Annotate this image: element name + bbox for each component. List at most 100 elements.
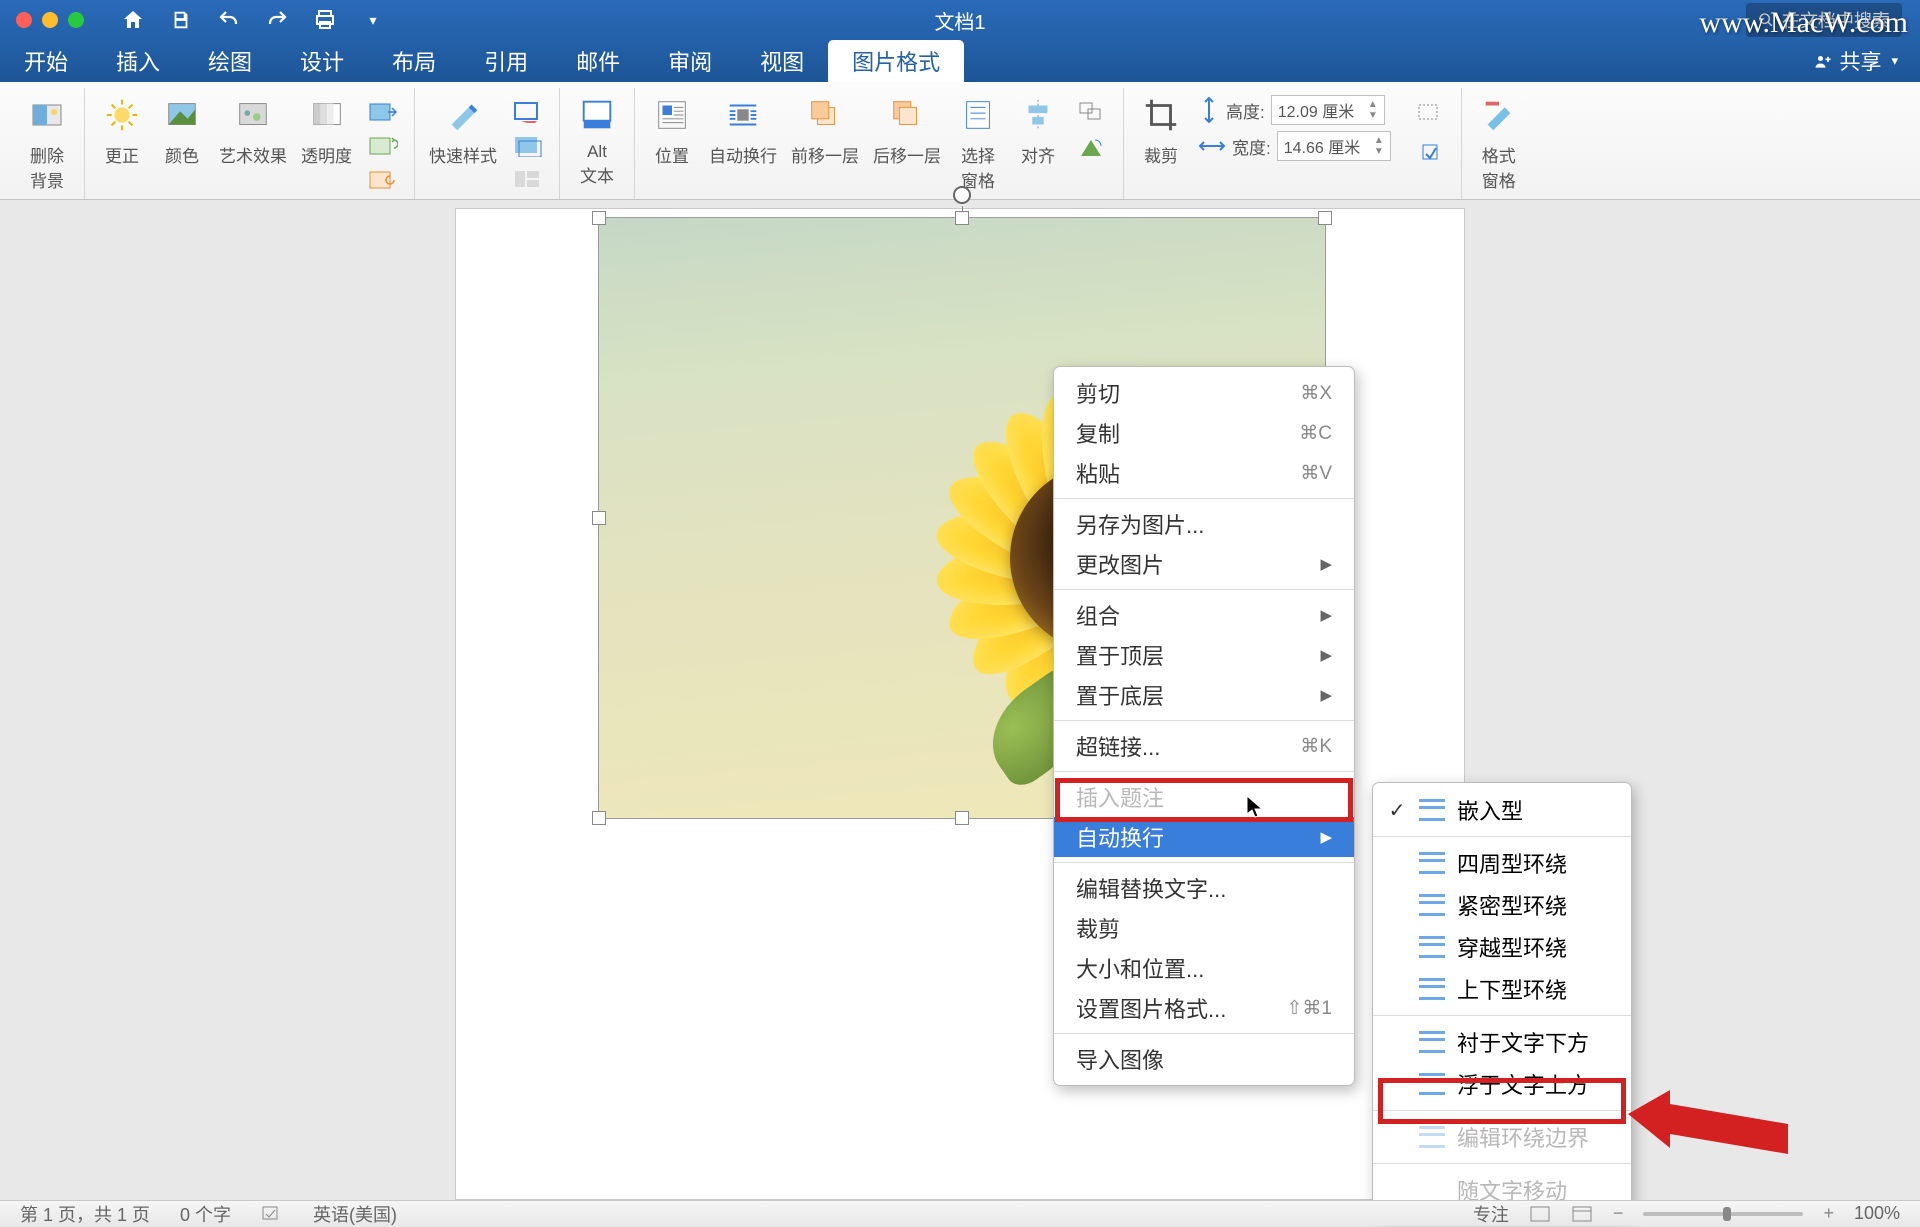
- brightness-icon: [99, 92, 145, 138]
- sub-behind-text[interactable]: 衬于文字下方: [1373, 1021, 1631, 1063]
- print-icon[interactable]: [312, 7, 338, 33]
- tab-references[interactable]: 引用: [460, 40, 552, 82]
- status-spellcheck-icon[interactable]: [261, 1205, 283, 1223]
- ctx-paste[interactable]: 粘贴⌘V: [1054, 453, 1354, 493]
- chevron-right-icon: ▶: [1320, 555, 1332, 573]
- status-language[interactable]: 英语(美国): [313, 1201, 397, 1227]
- search-input[interactable]: 在文档中搜索: [1746, 3, 1902, 37]
- color-icon: [159, 92, 205, 138]
- selection-pane-button[interactable]: 选择 窗格: [955, 92, 1001, 192]
- crop-icon: [1138, 92, 1184, 138]
- sub-inline[interactable]: ✓嵌入型: [1373, 789, 1631, 831]
- minimize-window-button[interactable]: [42, 12, 58, 28]
- window-controls: [0, 12, 84, 28]
- tab-insert[interactable]: 插入: [92, 40, 184, 82]
- ctx-auto-wrap[interactable]: 自动换行▶: [1054, 817, 1354, 857]
- alt-text-button[interactable]: Alt 文本: [574, 92, 620, 187]
- home-icon[interactable]: [120, 7, 146, 33]
- rotate-button[interactable]: [1075, 134, 1109, 162]
- save-icon[interactable]: [168, 7, 194, 33]
- align-button[interactable]: 对齐: [1015, 92, 1061, 167]
- wrap-square-icon: [1419, 852, 1445, 874]
- tab-mail[interactable]: 邮件: [552, 40, 644, 82]
- remove-background-button[interactable]: 删除 背景: [24, 92, 70, 192]
- zoom-percentage[interactable]: 100%: [1854, 1203, 1900, 1224]
- picture-border-button[interactable]: [511, 98, 545, 126]
- height-input[interactable]: 12.09 厘米▲▼: [1271, 95, 1385, 125]
- remove-bg-icon: [24, 92, 70, 138]
- position-button[interactable]: 位置: [649, 92, 695, 167]
- status-page[interactable]: 第 1 页，共 1 页: [20, 1201, 150, 1227]
- compress-pictures-button[interactable]: [366, 98, 400, 126]
- ctx-cut[interactable]: 剪切⌘X: [1054, 373, 1354, 413]
- undo-icon[interactable]: [216, 7, 242, 33]
- tab-draw[interactable]: 绘图: [184, 40, 276, 82]
- lock-aspect-button[interactable]: [1413, 138, 1447, 166]
- picture-layout-button[interactable]: [511, 166, 545, 194]
- tab-layout[interactable]: 布局: [368, 40, 460, 82]
- zoom-slider[interactable]: [1643, 1212, 1803, 1216]
- height-icon: [1198, 96, 1220, 124]
- ctx-save-as-picture[interactable]: 另存为图片...: [1054, 504, 1354, 544]
- ctx-edit-alt-text[interactable]: 编辑替换文字...: [1054, 868, 1354, 908]
- resize-handle-n[interactable]: [955, 211, 969, 225]
- ctx-copy[interactable]: 复制⌘C: [1054, 413, 1354, 453]
- ctx-change-picture[interactable]: 更改图片▶: [1054, 544, 1354, 584]
- customize-qat-icon[interactable]: ▾: [360, 7, 386, 33]
- view-print-layout-icon[interactable]: [1529, 1205, 1551, 1223]
- wrap-submenu: ✓嵌入型 四周型环绕 紧密型环绕 穿越型环绕 上下型环绕 衬于文字下方 浮于文字…: [1372, 782, 1632, 1218]
- send-backward-button[interactable]: 后移一层: [873, 92, 941, 167]
- resize-handle-sw[interactable]: [592, 811, 606, 825]
- tab-home[interactable]: 开始: [0, 40, 92, 82]
- close-window-button[interactable]: [16, 12, 32, 28]
- sub-through[interactable]: 穿越型环绕: [1373, 926, 1631, 968]
- status-focus[interactable]: 专注: [1473, 1201, 1509, 1227]
- fullscreen-window-button[interactable]: [68, 12, 84, 28]
- chevron-right-icon: ▶: [1320, 646, 1332, 664]
- tab-view[interactable]: 视图: [736, 40, 828, 82]
- redo-icon[interactable]: [264, 7, 290, 33]
- bring-forward-button[interactable]: 前移一层: [791, 92, 859, 167]
- transparency-button[interactable]: 透明度: [301, 92, 352, 167]
- share-button[interactable]: 共享▾: [1813, 46, 1898, 76]
- resize-handle-nw[interactable]: [592, 211, 606, 225]
- view-web-layout-icon[interactable]: [1571, 1205, 1593, 1223]
- tab-review[interactable]: 审阅: [644, 40, 736, 82]
- resize-handle-w[interactable]: [592, 511, 606, 525]
- ctx-import-image[interactable]: 导入图像: [1054, 1039, 1354, 1079]
- reset-picture-button[interactable]: [366, 166, 400, 194]
- quick-styles-button[interactable]: 快速样式: [429, 92, 497, 167]
- ctx-send-to-back[interactable]: 置于底层▶: [1054, 675, 1354, 715]
- crop-button[interactable]: 裁剪: [1138, 92, 1184, 167]
- format-pane-button[interactable]: 格式 窗格: [1476, 92, 1522, 192]
- picture-effects-button[interactable]: [511, 132, 545, 160]
- change-picture-button[interactable]: [366, 132, 400, 160]
- ctx-format-picture[interactable]: 设置图片格式...⇧⌘1: [1054, 988, 1354, 1028]
- ctx-crop[interactable]: 裁剪: [1054, 908, 1354, 948]
- artistic-icon: [230, 92, 276, 138]
- wrap-text-button[interactable]: 自动换行: [709, 92, 777, 167]
- crop-dialog-button[interactable]: [1413, 100, 1447, 128]
- corrections-button[interactable]: 更正: [99, 92, 145, 167]
- tab-picture-format[interactable]: 图片格式: [828, 40, 964, 82]
- resize-handle-ne[interactable]: [1318, 211, 1332, 225]
- ctx-hyperlink[interactable]: 超链接...⌘K: [1054, 726, 1354, 766]
- sub-square[interactable]: 四周型环绕: [1373, 842, 1631, 884]
- tab-design[interactable]: 设计: [276, 40, 368, 82]
- align-icon: [1015, 92, 1061, 138]
- width-input[interactable]: 14.66 厘米▲▼: [1277, 131, 1391, 161]
- sub-tight[interactable]: 紧密型环绕: [1373, 884, 1631, 926]
- height-row: 高度: 12.09 厘米▲▼: [1198, 95, 1391, 125]
- resize-handle-s[interactable]: [955, 811, 969, 825]
- ctx-group[interactable]: 组合▶: [1054, 595, 1354, 635]
- sub-top-bottom[interactable]: 上下型环绕: [1373, 968, 1631, 1010]
- sub-in-front-of-text[interactable]: 浮于文字上方: [1373, 1063, 1631, 1105]
- group-button[interactable]: [1075, 98, 1109, 126]
- artistic-effects-button[interactable]: 艺术效果: [219, 92, 287, 167]
- ribbon: 删除 背景 更正 颜色 艺术效果 透明度 快速样式 Alt 文本: [0, 82, 1920, 200]
- color-button[interactable]: 颜色: [159, 92, 205, 167]
- ctx-bring-to-front[interactable]: 置于顶层▶: [1054, 635, 1354, 675]
- rotate-handle[interactable]: [953, 186, 971, 204]
- ctx-size-position[interactable]: 大小和位置...: [1054, 948, 1354, 988]
- status-word-count[interactable]: 0 个字: [180, 1201, 231, 1227]
